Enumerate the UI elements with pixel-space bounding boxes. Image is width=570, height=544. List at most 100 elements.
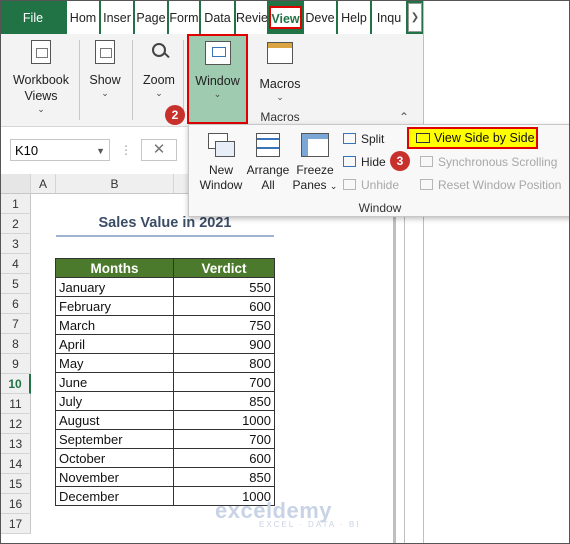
table-row: September 700 xyxy=(55,429,275,449)
month-cell[interactable]: June xyxy=(55,372,174,392)
chevron-down-icon: ⌄ xyxy=(213,89,222,99)
macros-icon xyxy=(267,42,293,64)
tab-inquire[interactable]: Inqu xyxy=(372,1,406,34)
tab-scroll-right-button[interactable]: ❯ xyxy=(408,3,422,32)
verdict-cell[interactable]: 900 xyxy=(173,334,275,354)
row-header[interactable]: 17 xyxy=(1,514,31,534)
tab-formulas[interactable]: Form xyxy=(169,1,199,34)
workbook-views-label-2: Views ⌄ xyxy=(24,89,58,114)
row-header[interactable]: 12 xyxy=(1,414,31,434)
row-header[interactable]: 10 xyxy=(1,374,31,394)
tab-home[interactable]: Hom xyxy=(67,1,99,34)
tab-review[interactable]: Revie xyxy=(236,1,267,34)
cancel-entry-button[interactable]: ✕ xyxy=(141,139,177,161)
month-cell[interactable]: May xyxy=(55,353,174,373)
verdict-cell[interactable]: 550 xyxy=(173,277,275,297)
tab-view[interactable]: View xyxy=(269,6,302,29)
split-button[interactable]: Split xyxy=(343,130,384,148)
row-header[interactable]: 3 xyxy=(1,234,31,254)
month-cell[interactable]: September xyxy=(55,429,174,449)
row-header[interactable]: 15 xyxy=(1,474,31,494)
month-cell[interactable]: November xyxy=(55,467,174,487)
side-by-side-icon xyxy=(416,133,430,143)
column-header-a[interactable]: A xyxy=(31,174,56,194)
ribbon-view: Workbook Views ⌄ Show ⌄ Zoom ⌄ Window ⌄ … xyxy=(1,34,423,127)
unhide-button[interactable]: Unhide xyxy=(343,176,399,194)
verdict-cell[interactable]: 600 xyxy=(173,296,275,316)
verdict-cell[interactable]: 700 xyxy=(173,372,275,392)
window-button[interactable]: Window ⌄ xyxy=(187,34,248,124)
month-cell[interactable]: August xyxy=(55,410,174,430)
collapse-ribbon-icon[interactable]: ⌃ xyxy=(399,110,409,124)
row-header[interactable]: 11 xyxy=(1,394,31,414)
tab-developer[interactable]: Deve xyxy=(304,1,336,34)
sync-scroll-icon xyxy=(420,156,433,167)
column-header-b[interactable]: B xyxy=(56,174,174,194)
row-header[interactable]: 4 xyxy=(1,254,31,274)
header-months: Months xyxy=(55,258,174,278)
watermark-tagline: EXCEL · DATA · BI xyxy=(259,520,361,529)
side-by-side-pane xyxy=(423,1,569,543)
exceldemy-watermark: exceldemy EXCEL · DATA · BI xyxy=(215,498,360,529)
select-all-corner[interactable] xyxy=(1,174,31,194)
synchronous-scrolling-button[interactable]: Synchronous Scrolling xyxy=(420,153,557,171)
show-label: Show xyxy=(89,73,121,87)
freeze-panes-label-1: Freeze xyxy=(296,163,334,177)
row-header[interactable]: 7 xyxy=(1,314,31,334)
row-header[interactable]: 8 xyxy=(1,334,31,354)
month-cell[interactable]: March xyxy=(55,315,174,335)
name-box[interactable]: K10 ▼ xyxy=(10,139,110,161)
title-underline xyxy=(56,235,274,237)
reset-position-icon xyxy=(420,179,433,190)
reset-window-position-button[interactable]: Reset Window Position xyxy=(420,176,561,194)
month-cell[interactable]: February xyxy=(55,296,174,316)
window-group-title: Window xyxy=(358,201,402,215)
row-header[interactable]: 1 xyxy=(1,194,31,214)
tab-help[interactable]: Help xyxy=(338,1,370,34)
row-header[interactable]: 2 xyxy=(1,214,31,234)
magnifier-icon xyxy=(149,40,170,64)
month-cell[interactable]: January xyxy=(55,277,174,297)
view-side-by-side-button[interactable]: View Side by Side xyxy=(407,127,538,149)
verdict-cell[interactable]: 1000 xyxy=(173,410,275,430)
hide-icon xyxy=(343,156,356,167)
ribbon-tab-bar: File Hom Inser Page Form Data Revie View… xyxy=(1,1,423,34)
table-row: August 1000 xyxy=(55,410,275,430)
tab-file[interactable]: File xyxy=(1,1,65,34)
row-header[interactable]: 16 xyxy=(1,494,31,514)
tab-page-layout[interactable]: Page xyxy=(135,1,167,34)
table-row: October 600 xyxy=(55,448,275,468)
row-header[interactable]: 5 xyxy=(1,274,31,294)
verdict-cell[interactable]: 850 xyxy=(173,391,275,411)
name-box-value: K10 xyxy=(15,143,39,158)
freeze-panes-icon xyxy=(301,133,329,157)
month-cell[interactable]: December xyxy=(55,486,174,506)
verdict-cell[interactable]: 750 xyxy=(173,315,275,335)
verdict-cell[interactable]: 600 xyxy=(173,448,275,468)
verdict-cell[interactable]: 850 xyxy=(173,467,275,487)
month-cell[interactable]: April xyxy=(55,334,174,354)
month-cell[interactable]: October xyxy=(55,448,174,468)
row-header[interactable]: 14 xyxy=(1,454,31,474)
table-row: July 850 xyxy=(55,391,275,411)
verdict-cell[interactable]: 700 xyxy=(173,429,275,449)
workbook-views-button[interactable]: Workbook Views ⌄ xyxy=(7,34,75,126)
more-icon: ⋮ xyxy=(120,143,132,157)
new-window-button[interactable]: New Window xyxy=(197,133,245,193)
table-row: November 850 xyxy=(55,467,275,487)
tab-data[interactable]: Data xyxy=(201,1,234,34)
arrange-all-button[interactable]: Arrange All xyxy=(245,133,291,193)
row-header[interactable]: 13 xyxy=(1,434,31,454)
verdict-cell[interactable]: 800 xyxy=(173,353,275,373)
freeze-panes-button[interactable]: Freeze Panes ⌄ xyxy=(292,133,338,194)
chevron-down-icon: ⌄ xyxy=(101,88,109,98)
pane-divider[interactable] xyxy=(393,194,396,543)
table-row: January 550 xyxy=(55,277,275,297)
row-header[interactable]: 6 xyxy=(1,294,31,314)
tab-insert[interactable]: Inser xyxy=(101,1,133,34)
show-button[interactable]: Show ⌄ xyxy=(83,34,127,126)
hide-button[interactable]: Hide xyxy=(343,153,386,171)
row-header[interactable]: 9 xyxy=(1,354,31,374)
window-icon xyxy=(204,41,231,65)
month-cell[interactable]: July xyxy=(55,391,174,411)
